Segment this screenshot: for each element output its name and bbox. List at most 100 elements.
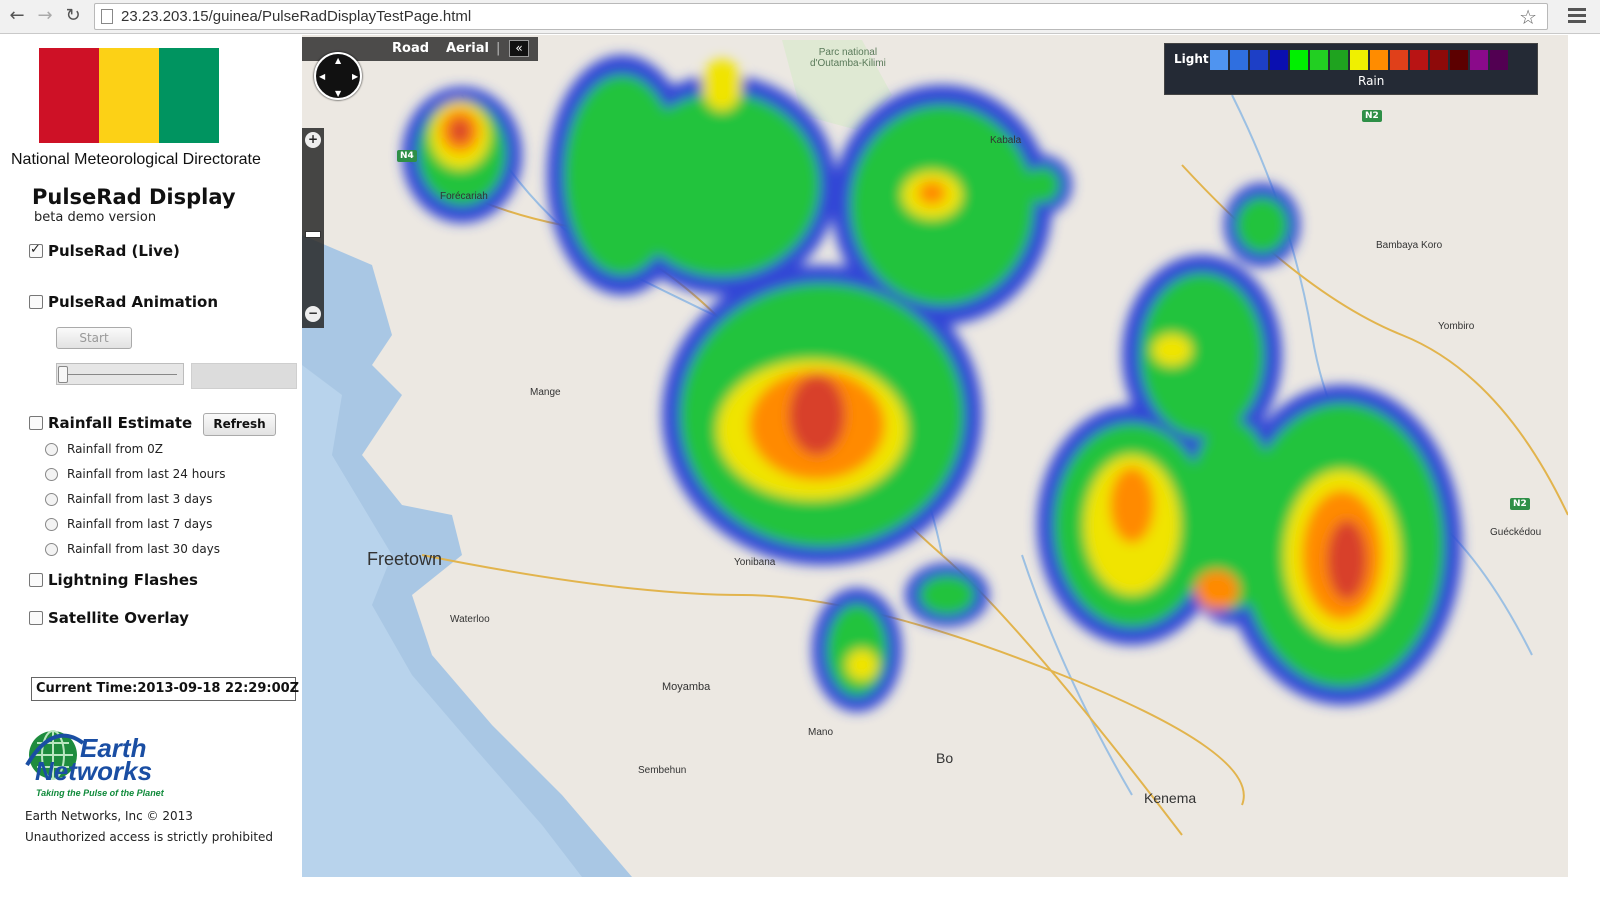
access-warning: Unauthorized access is strictly prohibit… (25, 830, 274, 844)
place-yombiro: Yombiro (1438, 321, 1475, 332)
legend-swatch-8 (1370, 50, 1388, 70)
animation-time-display (191, 363, 297, 389)
zoom-out-icon[interactable]: − (305, 306, 321, 322)
rainfall-radio-3d[interactable]: Rainfall from last 3 days (45, 492, 212, 506)
url-text[interactable]: 23.23.203.15/guinea/PulseRadDisplayTestP… (121, 8, 471, 25)
radar-map[interactable]: Freetown Mange Yonibana Waterloo Moyamba… (302, 35, 1568, 877)
rainfall-estimate-checkbox[interactable] (29, 416, 43, 430)
legend-swatches (1210, 50, 1510, 70)
pulserad-live-label: PulseRad (Live) (48, 242, 180, 260)
rainfall-radio-7d[interactable]: Rainfall from last 7 days (45, 517, 212, 531)
place-forecariah: Forécariah (440, 191, 488, 202)
place-kenema: Kenema (1144, 790, 1197, 806)
storm-cell (418, 75, 1444, 696)
radio-button[interactable] (45, 442, 58, 456)
rainfall-estimate-option[interactable]: Rainfall Estimate (29, 414, 192, 432)
pulserad-animation-label: PulseRad Animation (48, 293, 219, 311)
place-yonibana: Yonibana (734, 557, 776, 568)
radar-overlay (402, 55, 1462, 712)
place-moyamba: Moyamba (662, 681, 711, 693)
zoom-control: + − (302, 128, 324, 328)
lightning-option[interactable]: Lightning Flashes (29, 571, 198, 589)
place-bambaya-koro: Bambaya Koro (1376, 240, 1443, 251)
lightning-label: Lightning Flashes (48, 571, 198, 589)
pulserad-animation-checkbox[interactable] (29, 295, 43, 309)
place-mano: Mano (808, 727, 834, 738)
lightning-checkbox[interactable] (29, 573, 43, 587)
browser-menu-icon[interactable] (1568, 8, 1586, 24)
legend-swatch-11 (1430, 50, 1448, 70)
legend-swatch-9 (1390, 50, 1408, 70)
slider-line (63, 374, 177, 375)
back-arrow-icon[interactable]: ← (6, 5, 28, 27)
radio-label: Rainfall from last 30 days (67, 542, 221, 556)
legend-swatch-14 (1490, 50, 1508, 70)
zoom-in-icon[interactable]: + (305, 132, 321, 148)
legend-swatch-4 (1290, 50, 1308, 70)
pulserad-live-option[interactable]: PulseRad (Live) (29, 242, 180, 260)
browser-toolbar: ← → ↻ 23.23.203.15/guinea/PulseRadDispla… (0, 0, 1600, 34)
collapse-toolbar-button[interactable]: « (509, 40, 529, 57)
radio-label: Rainfall from last 24 hours (67, 467, 226, 481)
legend-swatch-5 (1310, 50, 1328, 70)
flag-green-band (159, 48, 219, 143)
current-time-display: Current Time:2013-09-18 22:29:00Z (31, 677, 299, 701)
legend-swatch-10 (1410, 50, 1428, 70)
start-animation-button[interactable]: Start (56, 327, 132, 349)
place-kabala: Kabala (990, 135, 1022, 146)
animation-slider[interactable] (56, 363, 184, 385)
app-title: PulseRad Display (32, 185, 236, 209)
road-shield-n2: N2 (1510, 498, 1530, 510)
legend-swatch-6 (1330, 50, 1348, 70)
road-shield-n2: N2 (1362, 110, 1382, 122)
forward-arrow-icon[interactable]: → (34, 5, 56, 27)
guinea-flag (39, 48, 219, 143)
page-icon (101, 9, 113, 24)
control-sidebar: National Meteorological Directorate Puls… (0, 35, 302, 897)
satellite-checkbox[interactable] (29, 611, 43, 625)
place-gueckedou: Guéckédou (1490, 527, 1542, 538)
satellite-label: Satellite Overlay (48, 609, 189, 627)
legend-swatch-3 (1270, 50, 1288, 70)
legend-swatch-13 (1470, 50, 1488, 70)
rainfall-radio-24h[interactable]: Rainfall from last 24 hours (45, 467, 225, 481)
legend-swatch-12 (1450, 50, 1468, 70)
satellite-option[interactable]: Satellite Overlay (29, 609, 189, 627)
flag-red-band (39, 48, 99, 143)
radio-button[interactable] (45, 542, 58, 556)
legend-swatch-2 (1250, 50, 1268, 70)
earth-networks-logo: Earth Networks Taking the Pulse of the P… (25, 725, 195, 805)
pulserad-animation-option[interactable]: PulseRad Animation (29, 293, 218, 311)
radio-button[interactable] (45, 467, 58, 481)
pulserad-live-checkbox[interactable] (29, 242, 43, 258)
radio-label: Rainfall from last 3 days (67, 492, 213, 506)
rainfall-radio-30d[interactable]: Rainfall from last 30 days (45, 542, 220, 556)
flag-yellow-band (99, 48, 159, 143)
place-waterloo: Waterloo (450, 614, 490, 625)
logo-networks: Networks (35, 756, 153, 786)
radio-button[interactable] (45, 517, 58, 531)
app-subtitle: beta demo version (34, 210, 157, 225)
refresh-button[interactable]: Refresh (203, 413, 276, 436)
place-bo: Bo (936, 750, 954, 766)
logo-tagline: Taking the Pulse of the Planet (36, 788, 164, 798)
reload-icon[interactable]: ↻ (62, 5, 84, 27)
zoom-slider-handle[interactable] (305, 231, 321, 238)
place-mange: Mange (530, 387, 561, 398)
legend-swatch-0 (1210, 50, 1228, 70)
place-national-park: Parc national d'Outamba-Kilimi (810, 47, 886, 69)
rainfall-radio-0z[interactable]: Rainfall from 0Z (45, 442, 163, 456)
slider-thumb[interactable] (58, 366, 68, 383)
legend-swatch-1 (1230, 50, 1248, 70)
place-sembehun: Sembehun (638, 765, 687, 776)
road-view-button[interactable]: Road (392, 41, 429, 56)
radio-button[interactable] (45, 492, 58, 506)
directorate-title: National Meteorological Directorate (11, 151, 261, 168)
bookmark-star-icon[interactable]: ☆ (1519, 5, 1537, 29)
legend-rain-label: Rain (1358, 74, 1385, 88)
place-freetown: Freetown (367, 549, 443, 569)
address-bar[interactable]: 23.23.203.15/guinea/PulseRadDisplayTestP… (94, 3, 1548, 30)
pan-compass-icon[interactable]: ▲ ▼ ◀ ▶ (314, 52, 362, 100)
aerial-view-button[interactable]: Aerial (446, 41, 489, 56)
legend-swatch-7 (1350, 50, 1368, 70)
